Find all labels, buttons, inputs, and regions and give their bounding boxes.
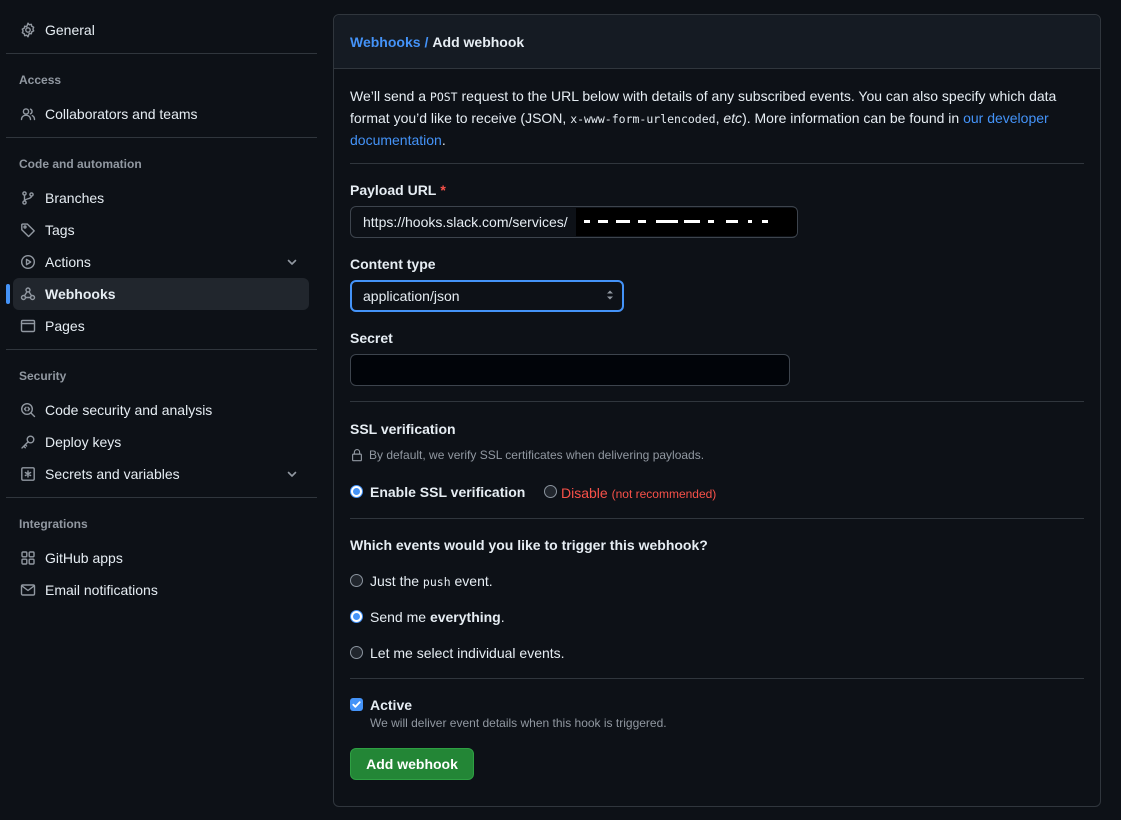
webhook-icon — [20, 286, 36, 302]
lock-icon — [352, 449, 362, 462]
ssl-note: By default, we verify SSL certificates w… — [350, 448, 704, 462]
chevron-down-icon[interactable] — [285, 255, 299, 269]
payload-url-label: Payload URL * — [350, 182, 446, 198]
sidebar-item-label: Webhooks — [45, 286, 116, 302]
redacted-block — [576, 208, 797, 236]
active-label[interactable]: Active — [370, 697, 412, 713]
sidebar-item-label: Actions — [45, 254, 91, 270]
events-question: Which events would you like to trigger t… — [350, 537, 708, 553]
payload-url-value: https://hooks.slack.com/services/ — [363, 214, 568, 230]
format-code: x-www-form-urlencoded — [570, 112, 716, 126]
browser-icon — [20, 318, 36, 334]
divider — [350, 678, 1084, 679]
sidebar-item-label: Code security and analysis — [45, 402, 213, 418]
sidebar-item-branches[interactable]: Branches — [13, 182, 309, 214]
sidebar-divider — [6, 497, 317, 498]
sidebar-item-label: Tags — [45, 222, 75, 238]
event-option-everything-label[interactable]: Send me everything. — [370, 609, 505, 625]
sidebar-item-secrets[interactable]: Secrets and variables — [13, 458, 309, 490]
add-webhook-panel: Webhooks / Add webhook We’ll send a POST… — [333, 14, 1101, 807]
settings-sidebar: General Access Collaborators and teams C… — [0, 0, 317, 820]
secret-label: Secret — [350, 330, 393, 346]
secret-input[interactable] — [350, 354, 790, 386]
key-asterisk-icon — [20, 466, 36, 482]
sidebar-divider — [6, 53, 317, 54]
active-note: We will deliver event details when this … — [370, 716, 667, 730]
sidebar-item-deploy-keys[interactable]: Deploy keys — [13, 426, 309, 458]
people-icon — [20, 106, 36, 122]
intro-text: We’ll send a POST request to the URL bel… — [350, 88, 1057, 148]
git-branch-icon — [20, 190, 36, 206]
sidebar-item-code-security[interactable]: Code security and analysis — [13, 394, 309, 426]
event-option-individual-label[interactable]: Let me select individual events. — [370, 645, 565, 661]
play-circle-icon — [20, 254, 36, 270]
sidebar-item-general[interactable]: General — [13, 14, 309, 46]
active-checkbox[interactable] — [350, 698, 363, 711]
sidebar-item-webhooks[interactable]: Webhooks — [6, 278, 309, 310]
breadcrumb: Webhooks / Add webhook — [334, 15, 1100, 69]
sidebar-item-label: General — [45, 22, 95, 38]
chevron-down-icon[interactable] — [285, 467, 299, 481]
sidebar-divider — [6, 137, 317, 138]
sidebar-item-label: GitHub apps — [45, 550, 123, 566]
sidebar-item-collaborators[interactable]: Collaborators and teams — [13, 98, 309, 130]
sidebar-item-github-apps[interactable]: GitHub apps — [13, 542, 309, 574]
sidebar-section-integrations: Integrations — [19, 517, 88, 531]
event-option-everything-radio[interactable] — [350, 610, 363, 623]
sidebar-item-label: Secrets and variables — [45, 466, 180, 482]
gear-icon — [20, 22, 36, 38]
sidebar-item-pages[interactable]: Pages — [13, 310, 309, 342]
check-icon — [352, 701, 361, 708]
event-option-push-radio[interactable] — [350, 574, 363, 587]
mail-icon — [20, 582, 36, 598]
apps-icon — [20, 550, 36, 566]
sidebar-section-code-automation: Code and automation — [19, 157, 142, 171]
breadcrumb-separator: / — [424, 33, 429, 50]
sidebar-item-label: Deploy keys — [45, 434, 122, 450]
divider — [350, 401, 1084, 402]
ssl-disable-label[interactable]: Disable (not recommended) — [561, 485, 716, 501]
select-arrows-icon — [607, 290, 613, 300]
content-type-select[interactable]: application/json — [350, 280, 624, 312]
sidebar-item-actions[interactable]: Actions — [13, 246, 309, 278]
sidebar-section-security: Security — [19, 369, 67, 383]
sidebar-item-label: Email notifications — [45, 582, 158, 598]
sidebar-divider — [6, 349, 317, 350]
codescan-icon — [20, 402, 36, 418]
sidebar-item-label: Branches — [45, 190, 105, 206]
sidebar-item-label: Collaborators and teams — [45, 106, 198, 122]
not-recommended-note: (not recommended) — [611, 487, 717, 501]
sidebar-item-email-notifications[interactable]: Email notifications — [13, 574, 309, 606]
push-code: push — [422, 575, 451, 589]
sidebar-item-tags[interactable]: Tags — [13, 214, 309, 246]
event-option-push-label[interactable]: Just the push event. — [370, 573, 493, 589]
payload-url-input[interactable]: https://hooks.slack.com/services/ — [350, 206, 798, 238]
page-title: Add webhook — [432, 33, 525, 50]
key-icon — [20, 434, 36, 450]
divider — [350, 518, 1084, 519]
content-type-label: Content type — [350, 256, 436, 272]
content-type-value: application/json — [363, 288, 460, 304]
sidebar-item-label: Pages — [45, 318, 85, 334]
ssl-title: SSL verification — [350, 421, 456, 437]
add-webhook-button[interactable]: Add webhook — [350, 748, 474, 780]
post-code: POST — [429, 90, 458, 104]
tag-icon — [20, 222, 36, 238]
event-option-individual-radio[interactable] — [350, 646, 363, 659]
breadcrumb-webhooks-link[interactable]: Webhooks — [350, 34, 421, 50]
required-asterisk: * — [440, 182, 446, 198]
divider — [350, 163, 1084, 164]
ssl-enable-label[interactable]: Enable SSL verification — [370, 484, 525, 500]
ssl-enable-radio[interactable] — [350, 485, 363, 498]
ssl-disable-radio[interactable] — [544, 485, 557, 498]
sidebar-section-access: Access — [19, 73, 62, 87]
